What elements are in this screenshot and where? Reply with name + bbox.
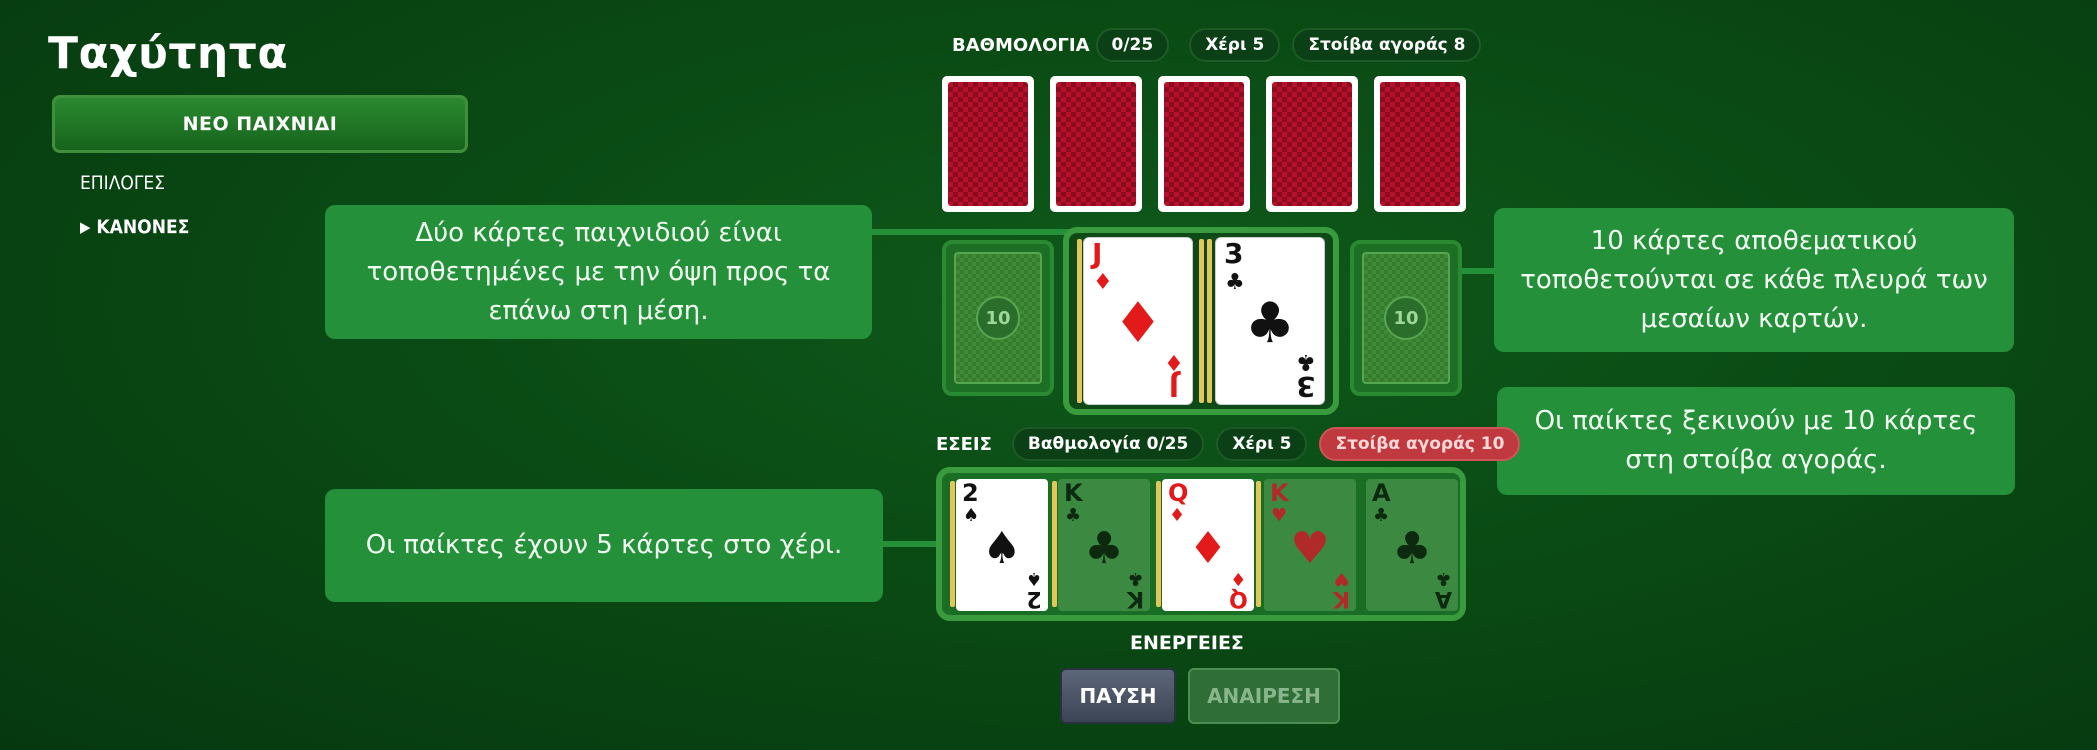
reserve-count: 10 [1384,296,1428,340]
opponent-card-back [1158,76,1250,212]
opponent-score-badge: 0/25 [1095,28,1170,62]
card-rank: 2 [962,479,979,507]
heart-icon: ♥ [1290,523,1330,574]
player-draw-pile-badge: Στοίβα αγοράς 10 [1319,427,1521,461]
options-link[interactable]: ΕΠΙΛΟΓΕΣ [80,172,165,194]
card-rank: J [1092,237,1103,270]
card-rank: 3 [1296,370,1316,403]
opponent-card-back [1050,76,1142,212]
card-rank: Q [1168,479,1189,507]
club-icon: ♣ [1127,568,1144,589]
rules-label: ΚΑΝΟΝΕΣ [96,216,190,238]
diamond-icon: ♦ [1188,523,1228,574]
opponent-card-back [942,76,1034,212]
actions-heading: ΕΝΕΡΓΕΙΕΣ [1130,632,1244,654]
spade-icon: ♠ [1025,568,1042,589]
tooltip-reserve-cards: 10 κάρτες αποθεματικού τοποθετούνται σε … [1494,208,2014,352]
club-icon: ♣ [1296,349,1316,374]
club-icon: ♣ [1065,505,1082,526]
tooltip-connector [870,229,1070,235]
hand-card-5[interactable]: A ♣ ♣ A ♣ [1366,479,1458,611]
club-icon: ♣ [1435,568,1452,589]
card-rank: K [1332,586,1350,611]
heart-icon: ♥ [1333,568,1350,589]
player-hand-area: 2 ♠ ♠ 2 ♠ K ♣ ♣ K ♣ Q ♦ ♦ Q ♦ K ♥ ♥ K ♥ A ♣ … [936,467,1466,621]
game-title: Ταχύτητα [48,28,289,79]
center-play-area: J ♦ ♦ J ♦ 3 ♣ ♣ 3 ♣ [1063,227,1339,415]
opponent-label: ΒΑΘΜΟΛΟΓΙΑ [952,34,1090,56]
left-reserve-pile[interactable]: 10 [942,240,1054,396]
opponent-card-back [1266,76,1358,212]
card-rank: K [1064,479,1083,507]
center-left-card[interactable]: J ♦ ♦ J ♦ [1083,237,1193,405]
player-status-row: ΕΣΕΙΣ Βαθμολογία 0/25 Χέρι 5 Στοίβα αγορ… [936,427,1521,461]
spade-icon: ♠ [963,505,980,526]
tooltip-center-cards: Δύο κάρτες παιχνιδιού είναι τοποθετημένε… [325,205,872,339]
hand-card-1[interactable]: 2 ♠ ♠ 2 ♠ [956,479,1048,611]
new-game-button[interactable]: ΝΕΟ ΠΑΙΧΝΙΔΙ [52,95,468,153]
club-icon: ♣ [1084,523,1124,574]
tooltip-connector [880,541,940,547]
card-rank: K [1270,479,1289,507]
right-reserve-pile[interactable]: 10 [1350,240,1462,396]
card-rank: Q [1229,586,1248,611]
diamond-icon: ♦ [1230,568,1247,589]
player-score-badge: Βαθμολογία 0/25 [1011,427,1205,461]
center-right-card[interactable]: 3 ♣ ♣ 3 ♣ [1215,237,1325,405]
diamond-icon: ♦ [1093,270,1113,295]
rules-link[interactable]: ▶ ΚΑΝΟΝΕΣ [80,216,189,238]
heart-icon: ♥ [1271,505,1288,526]
card-rank: 2 [1026,586,1042,611]
reserve-count: 10 [976,296,1020,340]
player-hand-badge: Χέρι 5 [1216,427,1308,461]
pause-button[interactable]: ΠΑΥΣΗ [1060,668,1176,724]
undo-button[interactable]: ΑΝΑΙΡΕΣΗ [1188,668,1340,724]
club-icon: ♣ [1244,291,1296,356]
expand-arrow-icon: ▶ [80,218,91,236]
club-icon: ♣ [1392,523,1432,574]
club-icon: ♣ [1373,505,1390,526]
card-rank: A [1372,479,1391,507]
card-rank: A [1434,586,1452,611]
club-icon: ♣ [1225,270,1245,295]
player-label: ΕΣΕΙΣ [936,433,992,455]
diamond-icon: ♦ [1112,291,1164,356]
hand-card-2[interactable]: K ♣ ♣ K ♣ [1058,479,1150,611]
spade-icon: ♠ [982,523,1022,574]
tooltip-hand: Οι παίκτες έχουν 5 κάρτες στο χέρι. [325,489,883,602]
diamond-icon: ♦ [1164,349,1184,374]
opponent-hand-badge: Χέρι 5 [1189,28,1281,62]
card-rank: 3 [1224,237,1244,270]
hand-card-4[interactable]: K ♥ ♥ K ♥ [1264,479,1356,611]
card-rank: K [1126,586,1144,611]
tooltip-draw-pile: Οι παίκτες ξεκινούν με 10 κάρτες στη στο… [1497,387,2015,495]
hand-card-3[interactable]: Q ♦ ♦ Q ♦ [1162,479,1254,611]
opponent-draw-pile-badge: Στοίβα αγοράς 8 [1292,28,1482,62]
diamond-icon: ♦ [1169,505,1186,526]
card-rank: J [1168,370,1180,403]
opponent-status-row: ΒΑΘΜΟΛΟΓΙΑ 0/25 Χέρι 5 Στοίβα αγοράς 8 [952,28,1482,62]
opponent-card-back [1374,76,1466,212]
